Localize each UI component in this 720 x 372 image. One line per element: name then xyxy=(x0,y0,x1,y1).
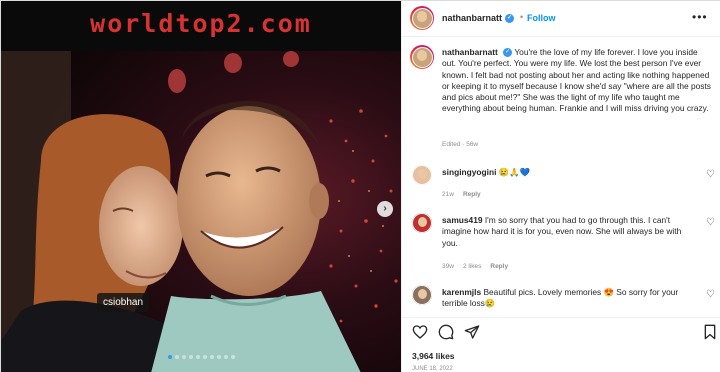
caption-username[interactable]: nathanbarnatt xyxy=(442,47,498,57)
photo-scene xyxy=(1,51,401,372)
verified-badge-icon: ✓ xyxy=(505,14,515,24)
carousel-dot xyxy=(174,355,179,359)
header-separator: • xyxy=(520,12,524,22)
next-photo-icon[interactable]: › xyxy=(377,201,393,217)
follow-button[interactable]: Follow xyxy=(527,13,556,23)
post-header: nathanbarnatt ✓ • Follow ••• xyxy=(402,1,720,37)
carousel-dot xyxy=(195,355,200,359)
heart-outline-icon[interactable]: ♡ xyxy=(706,217,715,228)
heart-outline-icon[interactable]: ♡ xyxy=(706,169,715,180)
reply-button[interactable]: Reply xyxy=(490,263,508,270)
carousel-dot xyxy=(216,355,221,359)
watermark-banner: worldtop2.com xyxy=(1,1,401,51)
comment-body: karenmjls Beautiful pics. Lovely memorie… xyxy=(442,287,692,310)
comment-username[interactable]: singingyogini xyxy=(442,167,496,177)
carousel-dot xyxy=(209,355,214,359)
header-username-text[interactable]: nathanbarnatt xyxy=(442,13,502,23)
comment-likes[interactable]: 2 likes xyxy=(463,263,481,270)
caption-avatar[interactable] xyxy=(410,45,434,69)
caption-text-block: nathanbarnatt ✓ You're the love of my li… xyxy=(442,47,712,115)
avatar[interactable] xyxy=(410,6,434,30)
comment-meta: 21w Reply xyxy=(442,191,490,198)
reply-button[interactable]: Reply xyxy=(463,191,481,198)
comment-body: singingyogini 😢🙏💙 xyxy=(442,167,692,178)
verified-badge-icon: ✓ xyxy=(503,48,513,58)
carousel-dot xyxy=(188,355,193,359)
action-bar: 3,964 likes JUNE 18, 2022 xyxy=(402,317,720,372)
comment-time: 21w xyxy=(442,191,454,198)
post-photo[interactable]: worldtop2.com csiobhan › xyxy=(1,1,401,372)
caption-meta: Edited · 56w xyxy=(442,141,479,148)
post-date: JUNE 18, 2022 xyxy=(412,366,453,372)
comment-text: 😢🙏💙 xyxy=(498,167,531,177)
likes-count[interactable]: 3,964 likes xyxy=(412,351,455,361)
carousel-dot xyxy=(223,355,228,359)
comment-avatar[interactable] xyxy=(412,165,432,185)
comment-time: 39w xyxy=(442,263,454,270)
watermark-text: worldtop2.com xyxy=(90,9,312,38)
heart-outline-icon[interactable]: ♡ xyxy=(706,289,715,300)
user-tag-label[interactable]: csiobhan xyxy=(97,293,150,312)
bookmark-icon[interactable] xyxy=(702,324,718,340)
comment-username[interactable]: samus419 xyxy=(442,215,483,225)
instagram-post: worldtop2.com csiobhan › nathanbarnatt ✓… xyxy=(0,0,720,372)
comment-username[interactable]: karenmjls xyxy=(442,287,481,297)
carousel-dot xyxy=(202,355,207,359)
heart-icon[interactable] xyxy=(412,324,428,340)
comment-meta: 39w 2 likes Reply xyxy=(442,263,517,270)
carousel-dot xyxy=(230,355,235,359)
carousel-dot xyxy=(181,355,186,359)
carousel-dot xyxy=(167,355,172,359)
share-icon[interactable] xyxy=(464,324,480,340)
more-options-icon[interactable]: ••• xyxy=(692,10,708,24)
header-username[interactable]: nathanbarnatt ✓ xyxy=(442,13,515,24)
comment-avatar[interactable] xyxy=(412,213,432,233)
carousel-indicator xyxy=(161,355,241,359)
post-side-panel: nathanbarnatt ✓ • Follow ••• nathanbarnat… xyxy=(401,1,720,372)
comment-body: samus419 I'm so sorry that you had to go… xyxy=(442,215,692,249)
comment-avatar[interactable] xyxy=(412,285,432,305)
comment-icon[interactable] xyxy=(438,324,454,340)
